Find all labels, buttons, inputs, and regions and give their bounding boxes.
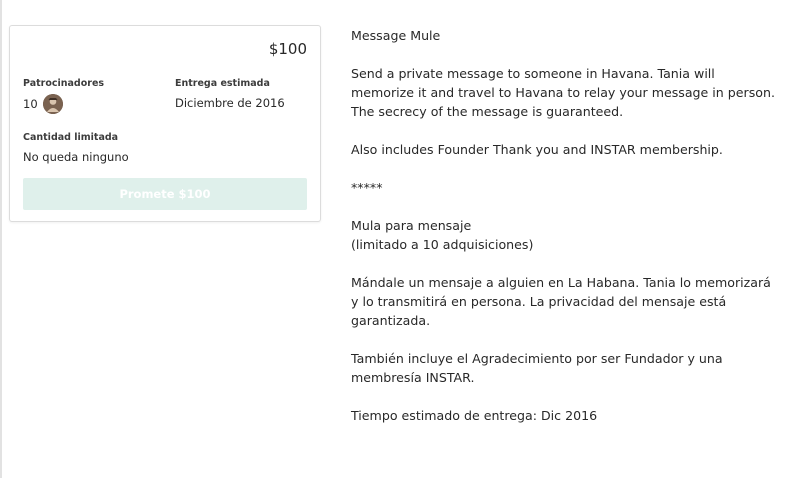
description-es-delivery: Tiempo estimado de entrega: Dic 2016 — [351, 408, 598, 423]
page-left-border — [0, 0, 2, 478]
description-separator: ***** — [351, 180, 383, 195]
reward-card: $100 Patrocinadores 10 Entrega estimada … — [9, 25, 321, 222]
backer-avatar-icon[interactable] — [42, 94, 63, 114]
description-es-line: Mándale un mensaje a alguien en La Haban… — [351, 275, 771, 290]
limited-value: No queda ninguno — [23, 150, 129, 164]
description-es-includes: También incluye el Agradecimiento por se… — [351, 351, 723, 366]
description-en-line: Send a private message to someone in Hav… — [351, 66, 715, 81]
reward-price: $100 — [268, 40, 307, 58]
description-es-limit: (limitado a 10 adquisiciones) — [351, 237, 534, 252]
limited-label: Cantidad limitada — [23, 132, 119, 143]
description-es-includes: membresía INSTAR. — [351, 370, 475, 385]
description-es-title: Mula para mensaje — [351, 218, 472, 233]
delivery-label: Entrega estimada — [175, 78, 270, 89]
backers-row: 10 — [23, 94, 63, 114]
description-en-includes: Also includes Founder Thank you and INST… — [351, 142, 723, 157]
description-es-line: y lo transmitirá en persona. La privacid… — [351, 294, 727, 309]
backers-count: 10 — [23, 97, 38, 111]
description-es-line: garantizada. — [351, 313, 431, 328]
reward-description: Message Mule Send a private message to s… — [351, 26, 781, 425]
backers-label: Patrocinadores — [23, 78, 105, 89]
delivery-value: Diciembre de 2016 — [175, 96, 285, 110]
pledge-button[interactable]: Promete $100 — [23, 178, 307, 210]
description-en-line: memorize it and travel to Havana to rela… — [351, 85, 775, 100]
description-en-line: The secrecy of the message is guaranteed… — [351, 104, 624, 119]
description-title: Message Mule — [351, 28, 441, 43]
